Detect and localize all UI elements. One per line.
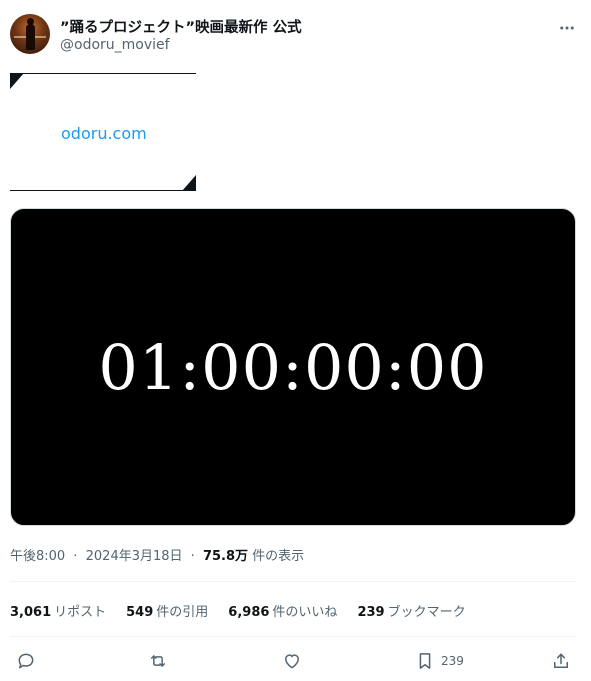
views-label: 件の表示 <box>252 549 305 564</box>
divider <box>10 581 576 582</box>
stat-likes[interactable]: 6,986 件のいいね <box>228 601 337 620</box>
share-icon <box>554 653 568 668</box>
more-icon <box>560 26 574 30</box>
post: ”踊るプロジェクト”映画最新作 公式 @odoru_movief odoru.c… <box>0 0 591 681</box>
post-stats: 3,061 リポスト 549 件の引用 6,986 件のいいね 239 ブックマーク <box>10 601 466 620</box>
post-time[interactable]: 午後8:00 <box>10 549 65 564</box>
action-bar: 239 <box>10 648 576 674</box>
retweet-icon <box>151 655 165 667</box>
bookmark-count: 239 <box>441 654 464 668</box>
share-button[interactable] <box>551 648 571 674</box>
bookmark-button[interactable]: 239 <box>415 648 464 674</box>
avatar[interactable] <box>10 14 50 54</box>
like-button[interactable] <box>282 648 302 674</box>
media-image[interactable]: 01:00:00:00 <box>10 208 576 526</box>
media-timecode: 01:00:00:00 <box>98 330 488 404</box>
bookmark-icon <box>419 653 431 669</box>
views-count: 75.8万 <box>202 549 249 564</box>
bottom-divider-decoration <box>10 175 196 192</box>
stat-quotes[interactable]: 549 件の引用 <box>126 601 208 620</box>
more-button[interactable] <box>555 16 579 40</box>
meta-separator: · <box>190 549 195 564</box>
handle[interactable]: @odoru_movief <box>60 37 170 53</box>
top-divider-decoration <box>10 72 196 92</box>
repost-button[interactable] <box>148 648 168 674</box>
stat-bookmarks[interactable]: 239 ブックマーク <box>357 601 465 620</box>
stat-reposts[interactable]: 3,061 リポスト <box>10 601 106 620</box>
post-date[interactable]: 2024年3月18日 <box>86 549 183 564</box>
post-header: ”踊るプロジェクト”映画最新作 公式 @odoru_movief <box>10 14 581 56</box>
divider <box>10 636 576 637</box>
post-meta: 午後8:00 · 2024年3月18日 · 75.8万 件の表示 <box>10 545 304 564</box>
display-name[interactable]: ”踊るプロジェクト”映画最新作 公式 <box>60 16 302 37</box>
reply-icon <box>18 653 34 669</box>
reply-button[interactable] <box>16 648 36 674</box>
meta-separator: · <box>73 549 78 564</box>
post-link[interactable]: odoru.com <box>61 124 147 143</box>
like-icon <box>285 654 299 669</box>
